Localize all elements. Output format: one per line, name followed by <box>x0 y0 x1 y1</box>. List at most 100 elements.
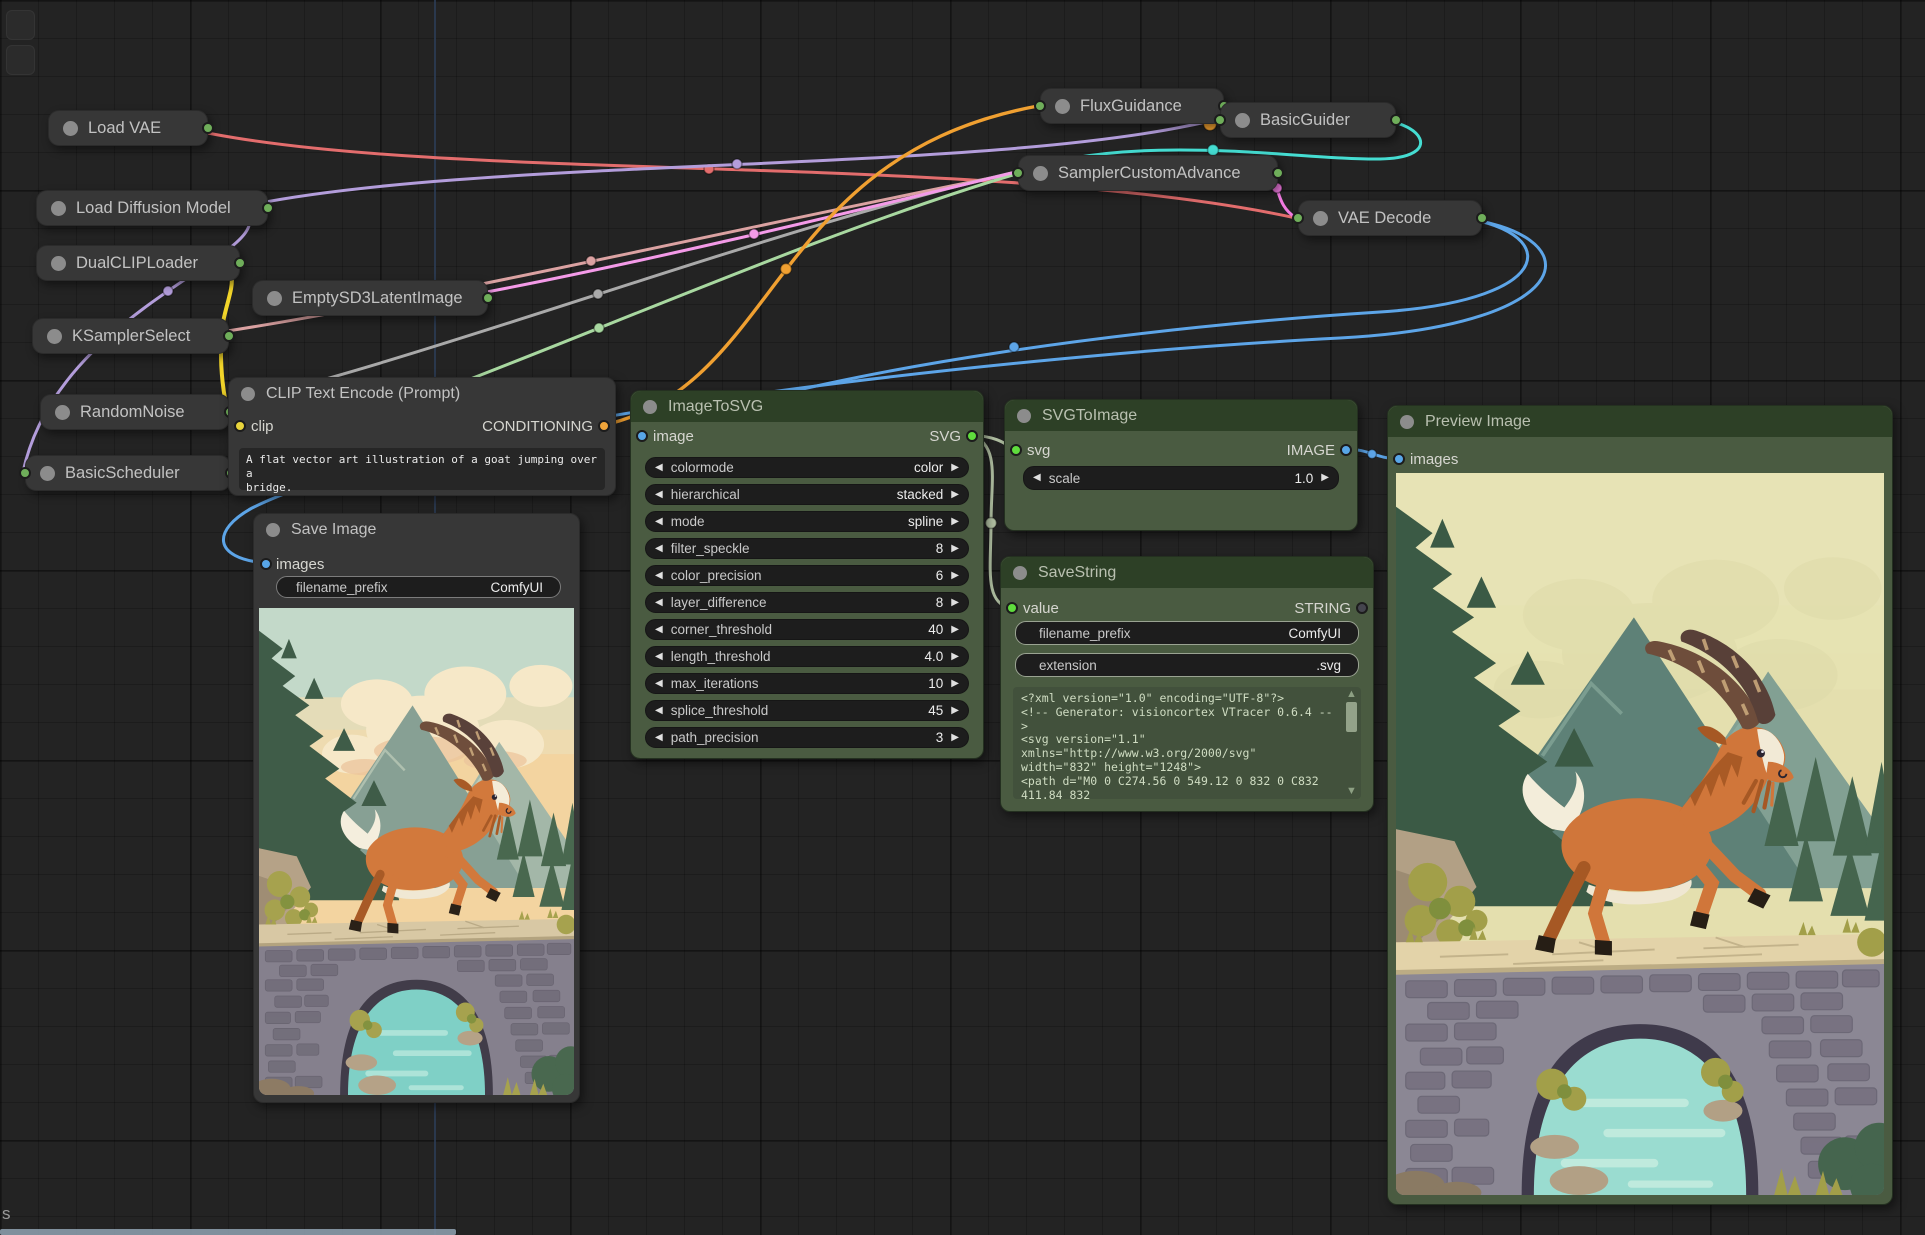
input-port[interactable] <box>1292 212 1304 224</box>
collapse-dot[interactable] <box>1013 566 1027 580</box>
decrement-icon[interactable]: ◀ <box>655 463 663 473</box>
widget-scale[interactable]: ◀ scale 1.0 ▶ <box>1023 466 1339 490</box>
widget-colormode[interactable]: ◀ colormode color ▶ <box>645 457 969 478</box>
widget-path-precision[interactable]: ◀ path_precision 3 ▶ <box>645 727 969 748</box>
collapse-dot[interactable] <box>241 387 255 401</box>
increment-icon[interactable]: ▶ <box>951 544 959 554</box>
node-basic-guider[interactable]: BasicGuider <box>1220 102 1396 138</box>
decrement-icon[interactable]: ◀ <box>655 625 663 635</box>
increment-icon[interactable]: ▶ <box>1321 473 1329 483</box>
decrement-icon[interactable]: ◀ <box>655 490 663 500</box>
node-header[interactable]: ImageToSVG <box>631 391 983 422</box>
increment-icon[interactable]: ▶ <box>951 706 959 716</box>
increment-icon[interactable]: ▶ <box>951 652 959 662</box>
input-port[interactable] <box>19 467 31 479</box>
node-header[interactable]: SVGToImage <box>1005 400 1357 431</box>
collapse-dot[interactable] <box>267 291 282 306</box>
node-flux-guidance[interactable]: FluxGuidance <box>1040 88 1224 124</box>
node-ksampler-select[interactable]: KSamplerSelect <box>32 318 229 354</box>
increment-icon[interactable]: ▶ <box>951 598 959 608</box>
svg-output-port[interactable] <box>966 430 978 442</box>
collapse-dot[interactable] <box>266 523 280 537</box>
collapse-dot[interactable] <box>40 466 55 481</box>
output-port[interactable] <box>1272 167 1284 179</box>
widget-filter-speckle[interactable]: ◀ filter_speckle 8 ▶ <box>645 538 969 559</box>
node-svg-to-image[interactable]: SVGToImage svg IMAGE ◀ scale 1.0 ▶ <box>1004 399 1358 531</box>
node-load-diffusion-model[interactable]: Load Diffusion Model <box>36 190 268 226</box>
collapse-dot[interactable] <box>63 121 78 136</box>
increment-icon[interactable]: ▶ <box>951 679 959 689</box>
output-port[interactable] <box>262 202 274 214</box>
canvas-edge-box-2[interactable] <box>6 45 35 75</box>
output-port[interactable] <box>234 257 246 269</box>
input-port[interactable] <box>1034 100 1046 112</box>
decrement-icon[interactable]: ◀ <box>655 544 663 554</box>
input-port[interactable] <box>1214 114 1226 126</box>
increment-icon[interactable]: ▶ <box>951 517 959 527</box>
node-header[interactable]: SaveString <box>1001 557 1373 588</box>
node-dual-clip-loader[interactable]: DualCLIPLoader <box>36 245 240 281</box>
node-header[interactable]: Save Image <box>254 514 579 545</box>
increment-icon[interactable]: ▶ <box>951 490 959 500</box>
widget-corner-threshold[interactable]: ◀ corner_threshold 40 ▶ <box>645 619 969 640</box>
decrement-icon[interactable]: ◀ <box>1033 473 1041 483</box>
image-input-port[interactable] <box>636 430 648 442</box>
output-port[interactable] <box>482 292 494 304</box>
collapse-dot[interactable] <box>51 201 66 216</box>
node-graph-canvas[interactable]: s <box>0 0 1925 1235</box>
collapse-dot[interactable] <box>1017 409 1031 423</box>
extension-widget[interactable]: extension .svg <box>1015 653 1359 677</box>
increment-icon[interactable]: ▶ <box>951 571 959 581</box>
increment-icon[interactable]: ▶ <box>951 733 959 743</box>
scroll-down-icon[interactable]: ▼ <box>1346 786 1357 797</box>
scroll-up-icon[interactable]: ▲ <box>1346 689 1357 700</box>
collapse-dot[interactable] <box>1400 415 1414 429</box>
decrement-icon[interactable]: ◀ <box>655 517 663 527</box>
filename-prefix-widget[interactable]: filename_prefix ComfyUI <box>276 576 561 598</box>
scrollbar-thumb[interactable] <box>1346 702 1357 732</box>
widget-mode[interactable]: ◀ mode spline ▶ <box>645 511 969 532</box>
collapse-dot[interactable] <box>47 329 62 344</box>
widget-color-precision[interactable]: ◀ color_precision 6 ▶ <box>645 565 969 586</box>
decrement-icon[interactable]: ◀ <box>655 679 663 689</box>
node-sampler-custom-advance[interactable]: SamplerCustomAdvance <box>1018 155 1278 191</box>
decrement-icon[interactable]: ◀ <box>655 706 663 716</box>
output-port[interactable] <box>1390 114 1402 126</box>
node-basic-scheduler[interactable]: BasicScheduler <box>25 455 231 491</box>
output-port[interactable] <box>223 330 235 342</box>
node-image-to-svg[interactable]: ImageToSVG image SVG ◀ colormode color ▶… <box>630 390 984 759</box>
image-output-port[interactable] <box>1340 444 1352 456</box>
increment-icon[interactable]: ▶ <box>951 463 959 473</box>
node-header[interactable]: Preview Image <box>1388 406 1892 437</box>
node-save-image[interactable]: Save Image images filename_prefix ComfyU… <box>253 513 580 1103</box>
collapse-dot[interactable] <box>1033 166 1048 181</box>
collapse-dot[interactable] <box>1055 99 1070 114</box>
node-save-string[interactable]: SaveString value STRING filename_prefix … <box>1000 556 1374 812</box>
widget-splice-threshold[interactable]: ◀ splice_threshold 45 ▶ <box>645 700 969 721</box>
node-load-vae[interactable]: Load VAE <box>48 110 208 146</box>
output-port[interactable] <box>1476 212 1488 224</box>
node-vae-decode[interactable]: VAE Decode <box>1298 200 1482 236</box>
conditioning-output-port[interactable] <box>598 420 610 432</box>
node-empty-sd3-latent-image[interactable]: EmptySD3LatentImage <box>252 280 488 316</box>
widget-max-iterations[interactable]: ◀ max_iterations 10 ▶ <box>645 673 969 694</box>
svg-input-port[interactable] <box>1010 444 1022 456</box>
node-clip-text-encode[interactable]: CLIP Text Encode (Prompt) clip CONDITION… <box>228 377 616 496</box>
input-port[interactable] <box>1012 167 1024 179</box>
filename-prefix-widget[interactable]: filename_prefix ComfyUI <box>1015 621 1359 645</box>
svg-string-widget[interactable]: <?xml version="1.0" encoding="UTF-8"?> <… <box>1013 687 1361 799</box>
widget-length-threshold[interactable]: ◀ length_threshold 4.0 ▶ <box>645 646 969 667</box>
widget-layer-difference[interactable]: ◀ layer_difference 8 ▶ <box>645 592 969 613</box>
node-preview-image[interactable]: Preview Image images <box>1387 405 1893 1205</box>
decrement-icon[interactable]: ◀ <box>655 733 663 743</box>
widget-hierarchical[interactable]: ◀ hierarchical stacked ▶ <box>645 484 969 505</box>
collapse-dot[interactable] <box>1313 211 1328 226</box>
node-random-noise[interactable]: RandomNoise <box>40 394 230 430</box>
prompt-text-widget[interactable]: A flat vector art illustration of a goat… <box>239 448 605 490</box>
collapse-dot[interactable] <box>55 405 70 420</box>
value-input-port[interactable] <box>1006 602 1018 614</box>
decrement-icon[interactable]: ◀ <box>655 652 663 662</box>
output-port[interactable] <box>202 122 214 134</box>
node-header[interactable]: CLIP Text Encode (Prompt) <box>229 378 615 409</box>
string-output-port[interactable] <box>1356 602 1368 614</box>
